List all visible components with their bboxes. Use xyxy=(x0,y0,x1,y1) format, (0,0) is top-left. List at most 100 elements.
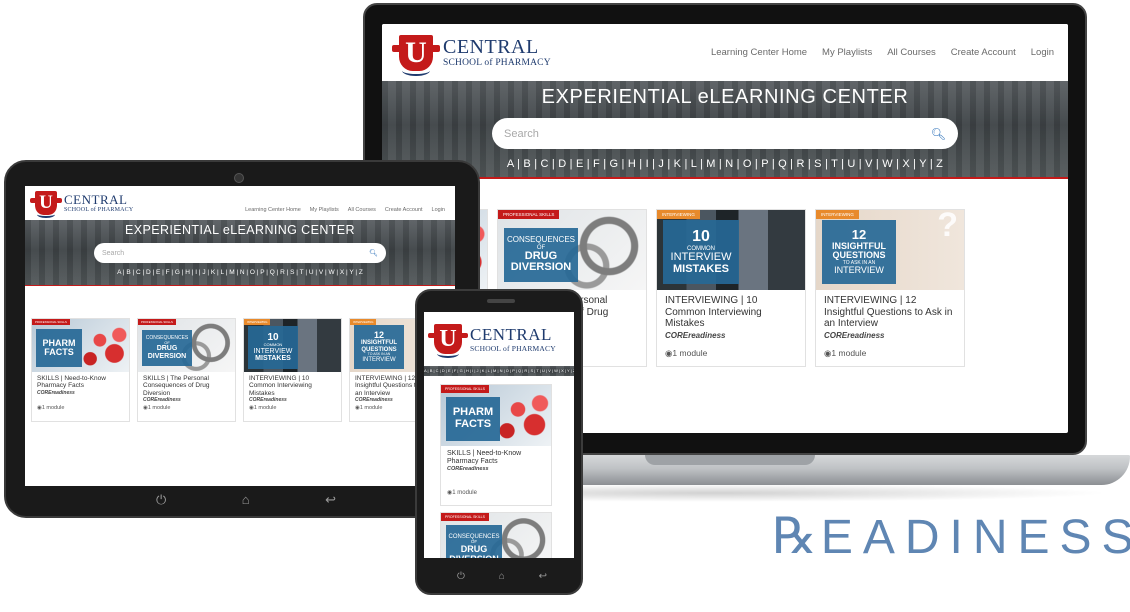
course-card[interactable]: PROFESSIONAL SKILLS PHARM FACTS SKILLS | … xyxy=(31,318,130,422)
search-placeholder: Search xyxy=(504,127,539,140)
nav-create-account[interactable]: Create Account xyxy=(385,207,423,213)
course-card[interactable]: INTERVIEWING 10 COMMON INTERVIEW MISTAKE… xyxy=(656,209,806,367)
back-icon[interactable]: ↩ xyxy=(325,492,336,508)
phone-site: U CENTRAL SCHOOL of PHARMACY A | B | C |… xyxy=(424,312,574,558)
hero-title: EXPERIENTIAL eLEARNING CENTER xyxy=(125,223,355,237)
thumbnail-title: 10 COMMON INTERVIEW MISTAKES xyxy=(663,220,739,284)
logo-text: CENTRAL SCHOOL of PHARMACY xyxy=(64,192,134,213)
hero-banner: EXPERIENTIAL eLEARNING CENTER Search 🔍︎ … xyxy=(382,81,1068,179)
course-author: COREreadiness xyxy=(143,397,181,404)
main-nav: Learning Center Home My Playlists All Co… xyxy=(245,207,445,213)
shield-logo-icon: U xyxy=(427,324,469,359)
alphabet-filter[interactable]: A | B | C | D | E | F | G | H | I | J | … xyxy=(382,158,1068,170)
course-title[interactable]: INTERVIEWING | 10 Common Interviewing Mi… xyxy=(249,375,336,397)
course-modules: ◉1 module xyxy=(824,347,867,358)
course-thumbnail: PROFESSIONAL SKILLS PHARM FACTS xyxy=(32,319,129,372)
course-title[interactable]: INTERVIEWING | 12 Insightful Questions t… xyxy=(824,295,956,330)
thumbnail-title: CONSEQUENCES OF DRUG DIVERSION xyxy=(504,228,578,282)
course-modules: ◉1 module xyxy=(37,404,65,411)
hero-banner: A | B | C | D | E | F | G | H | I | J | … xyxy=(424,366,574,376)
course-author: COREreadiness xyxy=(447,466,489,473)
tablet-site: U CENTRAL SCHOOL of PHARMACY Learning Ce… xyxy=(25,186,455,486)
thumbnail-title: 10 COMMON INTERVIEW MISTAKES xyxy=(248,326,298,369)
course-title[interactable]: SKILLS | Need-to-Know Pharmacy Facts xyxy=(37,375,124,390)
readiness-text: EADINESS xyxy=(820,511,1130,564)
back-icon[interactable]: ↩ xyxy=(539,571,547,582)
nav-login[interactable]: Login xyxy=(1031,47,1054,58)
speaker-icon xyxy=(487,299,515,303)
course-thumbnail: ? INTERVIEWING 12 INSIGHTFUL QUESTIONS T… xyxy=(816,210,964,290)
readiness-wordmark: ℞EADINESS xyxy=(772,507,1130,565)
thumbnail-title: CONSEQUENCES OF DRUG DIVERSION xyxy=(142,330,192,366)
nav-create-account[interactable]: Create Account xyxy=(951,47,1016,58)
device-mockup-stage: U CENTRAL SCHOOL of PHARMACY Learning Ce… xyxy=(0,0,1130,612)
course-card[interactable]: PROFESSIONAL SKILLS CONSEQUENCES OF DRUG… xyxy=(440,512,552,558)
course-modules: ◉1 module xyxy=(143,405,171,412)
course-thumbnail: PROFESSIONAL SKILLS CONSEQUENCES OF DRUG… xyxy=(498,210,646,290)
main-nav: Learning Center Home My Playlists All Co… xyxy=(711,47,1054,58)
alphabet-filter[interactable]: A | B | C | D | E | F | G | H | I | J | … xyxy=(25,269,455,276)
course-title[interactable]: SKILLS | The Personal Consequences of Dr… xyxy=(143,375,230,397)
course-thumbnail: PROFESSIONAL SKILLS PHARM FACTS xyxy=(441,385,551,446)
hero-title: EXPERIENTIAL eLEARNING CENTER xyxy=(541,86,909,108)
course-author: COREreadiness xyxy=(37,389,75,396)
power-icon[interactable]: ⏻ xyxy=(156,492,166,508)
course-card[interactable]: PROFESSIONAL SKILLS PHARM FACTS SKILLS | … xyxy=(440,384,552,506)
hero-banner: EXPERIENTIAL eLEARNING CENTER Search 🔍︎ … xyxy=(25,220,455,286)
question-mark-icon: ? xyxy=(937,210,958,244)
alphabet-filter[interactable]: A | B | C | D | E | F | G | H | I | J | … xyxy=(424,366,574,376)
course-card[interactable]: INTERVIEWING 10 COMMON INTERVIEW MISTAKE… xyxy=(243,318,342,422)
course-list: PROFESSIONAL SKILLS PHARM FACTS SKILLS | … xyxy=(424,376,574,558)
thumbnail-title: CONSEQUENCES OF DRUG DIVERSION xyxy=(446,525,502,558)
thumbnail-title: 12 INSIGHTFUL QUESTIONS TO ASK IN AN INT… xyxy=(354,325,404,369)
home-icon[interactable]: ⌂ xyxy=(499,571,505,582)
nav-login[interactable]: Login xyxy=(432,207,445,213)
course-title[interactable]: SKILLS | Need-to-Know Pharmacy Facts xyxy=(447,450,545,466)
site-header: U CENTRAL SCHOOL of PHARMACY xyxy=(424,312,574,366)
course-thumbnail: PROFESSIONAL SKILLS CONSEQUENCES OF DRUG… xyxy=(138,319,235,372)
laptop-hinge xyxy=(645,455,815,465)
power-icon[interactable]: ⏻ xyxy=(457,571,465,582)
course-modules: ◉1 module xyxy=(249,405,277,412)
site-header: U CENTRAL SCHOOL of PHARMACY Learning Ce… xyxy=(25,186,455,220)
site-logo[interactable]: U CENTRAL SCHOOL of PHARMACY xyxy=(391,34,551,76)
search-icon[interactable]: 🔍︎ xyxy=(931,127,946,141)
course-thumbnail: PROFESSIONAL SKILLS CONSEQUENCES OF DRUG… xyxy=(441,513,551,558)
thumbnail-title: PHARM FACTS xyxy=(446,397,500,441)
site-logo[interactable]: U CENTRAL SCHOOL of PHARMACY xyxy=(27,191,134,219)
camera-icon xyxy=(234,173,244,183)
search-input[interactable]: Search 🔍︎ xyxy=(492,118,958,149)
shield-logo-icon: U xyxy=(391,34,441,76)
course-thumbnail: INTERVIEWING 10 COMMON INTERVIEW MISTAKE… xyxy=(244,319,341,372)
home-icon[interactable]: ⌂ xyxy=(242,492,250,508)
search-placeholder: Search xyxy=(102,249,125,257)
course-modules: ◉1 module xyxy=(447,490,477,497)
nav-all-courses[interactable]: All Courses xyxy=(887,47,936,58)
site-logo[interactable]: U CENTRAL SCHOOL of PHARMACY xyxy=(427,324,556,359)
search-input[interactable]: Search 🔍︎ xyxy=(94,243,386,263)
course-thumbnail: INTERVIEWING 10 COMMON INTERVIEW MISTAKE… xyxy=(657,210,805,290)
shield-logo-icon: U xyxy=(30,191,62,219)
logo-text: CENTRAL SCHOOL of PHARMACY xyxy=(470,324,556,353)
site-header: U CENTRAL SCHOOL of PHARMACY Learning Ce… xyxy=(382,24,1068,81)
thumbnail-title: PHARM FACTS xyxy=(36,329,82,367)
thumbnail-title: 12 INSIGHTFUL QUESTIONS TO ASK IN AN INT… xyxy=(822,220,896,284)
rx-icon: ℞ xyxy=(772,508,821,564)
course-title[interactable]: INTERVIEWING | 10 Common Interviewing Mi… xyxy=(665,295,797,330)
nav-all-courses[interactable]: All Courses xyxy=(348,207,376,213)
course-card[interactable]: PROFESSIONAL SKILLS CONSEQUENCES OF DRUG… xyxy=(137,318,236,422)
course-card[interactable]: ? INTERVIEWING 12 INSIGHTFUL QUESTIONS T… xyxy=(815,209,965,367)
nav-learning-center-home[interactable]: Learning Center Home xyxy=(711,47,807,58)
course-list: PROFESSIONAL SKILLS PHARM FACTS SKILLS | … xyxy=(25,286,455,422)
logo-text: CENTRAL SCHOOL of PHARMACY xyxy=(443,35,551,68)
course-author: COREreadiness xyxy=(824,330,885,340)
search-icon[interactable]: 🔍︎ xyxy=(369,249,378,257)
course-author: COREreadiness xyxy=(249,397,287,404)
course-modules: ◉1 module xyxy=(665,347,708,358)
nav-my-playlists[interactable]: My Playlists xyxy=(822,47,872,58)
phone-nav-buttons: ⏻ ⌂ ↩ xyxy=(457,571,547,582)
nav-learning-center-home[interactable]: Learning Center Home xyxy=(245,207,301,213)
nav-my-playlists[interactable]: My Playlists xyxy=(310,207,339,213)
tablet-nav-buttons: ⏻ ⌂ ↩ xyxy=(156,492,336,508)
course-author: COREreadiness xyxy=(665,330,726,340)
